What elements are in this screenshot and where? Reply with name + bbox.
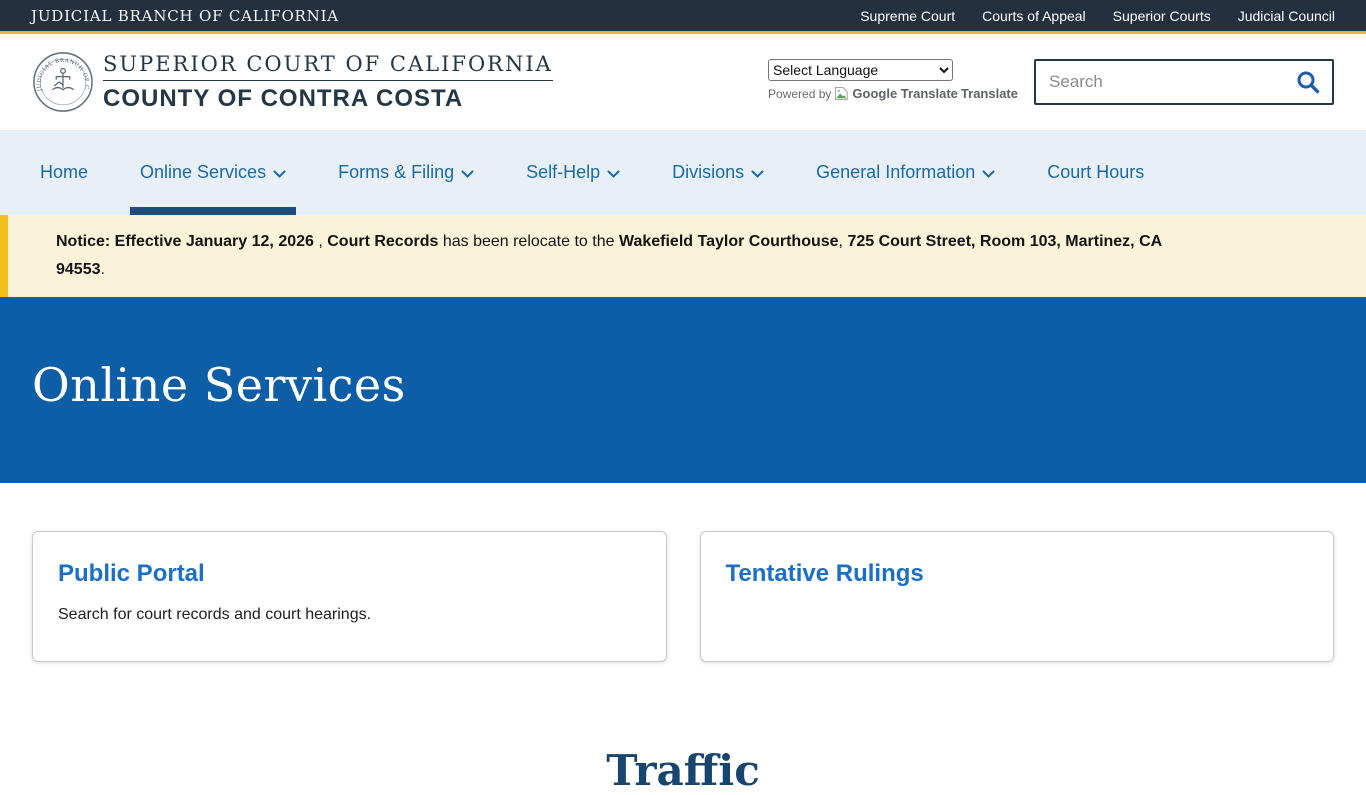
- notice-segment: ,: [314, 233, 327, 250]
- section-heading-traffic: Traffic: [0, 746, 1366, 795]
- search-icon: [1295, 69, 1321, 95]
- chevron-down-icon: [273, 170, 286, 179]
- notice-segment: .: [101, 261, 105, 278]
- card-title[interactable]: Public Portal: [58, 562, 641, 586]
- broken-image-icon: [834, 86, 849, 101]
- nav-item-label: Online Services: [140, 162, 266, 183]
- nav-item-label: Court Hours: [1047, 162, 1144, 183]
- judicial-branch-brand: JUDICIAL BRANCH OF CALIFORNIA: [31, 7, 339, 25]
- utility-links: Supreme Court Courts of Appeal Superior Co…: [833, 8, 1335, 24]
- card-tentative-rulings[interactable]: Tentative Rulings: [700, 531, 1335, 662]
- nav-item-label: Self-Help: [526, 162, 600, 183]
- nav-item-home[interactable]: Home: [30, 130, 98, 215]
- nav-item-general-information[interactable]: General Information: [806, 130, 1005, 215]
- site-title-line1: SUPERIOR COURT OF CALIFORNIA: [103, 52, 553, 81]
- search-box: [1034, 59, 1334, 105]
- search-input[interactable]: [1047, 71, 1295, 93]
- card-public-portal[interactable]: Public Portal Search for court records an…: [32, 531, 667, 662]
- chevron-down-icon: [461, 170, 474, 179]
- nav-item-label: Forms & Filing: [338, 162, 454, 183]
- nav-item-forms-filing[interactable]: Forms & Filing: [328, 130, 484, 215]
- powered-by-label: Powered by: [768, 87, 831, 101]
- translate-attribution: Powered by Google Translate Translate: [768, 86, 1018, 101]
- notice-banner: Notice: Effective January 12, 2026 , Cou…: [0, 215, 1366, 297]
- cards-row: Public Portal Search for court records an…: [0, 483, 1366, 662]
- google-translate-alt-text: Google Translate: [852, 86, 957, 101]
- site-title: SUPERIOR COURT OF CALIFORNIA COUNTY OF C…: [103, 52, 553, 113]
- main-nav: Home Online Services Forms & Filing Self-He…: [0, 130, 1366, 215]
- card-description: Search for court records and court heari…: [58, 606, 641, 624]
- utility-link-supreme-court[interactable]: Supreme Court: [860, 8, 955, 24]
- nav-item-label: Divisions: [672, 162, 744, 183]
- search-button[interactable]: [1295, 69, 1321, 95]
- page-title: Online Services: [32, 358, 406, 412]
- utility-link-judicial-council[interactable]: Judicial Council: [1238, 8, 1335, 24]
- language-select[interactable]: Select Language: [768, 59, 953, 81]
- card-title[interactable]: Tentative Rulings: [726, 562, 1309, 586]
- nav-item-label: General Information: [816, 162, 975, 183]
- site-header: JUDICIAL BRANCH OF CALIFORNIA SUPERIOR C…: [0, 34, 1366, 130]
- nav-item-divisions[interactable]: Divisions: [662, 130, 774, 215]
- chevron-down-icon: [982, 170, 995, 179]
- utility-link-superior-courts[interactable]: Superior Courts: [1113, 8, 1211, 24]
- utility-link-courts-of-appeal[interactable]: Courts of Appeal: [982, 8, 1086, 24]
- translate-link[interactable]: Translate: [961, 86, 1018, 101]
- notice-segment: Wakefield Taylor Courthouse: [619, 233, 839, 250]
- notice-segment: Court Records: [327, 233, 438, 250]
- header-right: Select Language Powered by Google Transl…: [768, 59, 1334, 105]
- notice-segment: Notice: Effective January 12, 2026: [56, 233, 314, 250]
- hero-banner: Online Services: [0, 297, 1366, 483]
- court-seal-icon: JUDICIAL BRANCH OF CALIFORNIA: [32, 51, 94, 113]
- notice-text: Notice: Effective January 12, 2026 , Cou…: [56, 228, 1206, 284]
- nav-item-label: Home: [40, 162, 88, 183]
- notice-segment: has been relocate to the: [438, 233, 619, 250]
- nav-item-self-help[interactable]: Self-Help: [516, 130, 630, 215]
- utility-bar: JUDICIAL BRANCH OF CALIFORNIA Supreme Co…: [0, 0, 1366, 34]
- chevron-down-icon: [607, 170, 620, 179]
- nav-item-court-hours[interactable]: Court Hours: [1037, 130, 1154, 215]
- translate-widget: Select Language Powered by Google Transl…: [768, 59, 1018, 101]
- nav-item-online-services[interactable]: Online Services: [130, 130, 296, 215]
- chevron-down-icon: [751, 170, 764, 179]
- site-title-line2: COUNTY OF CONTRA COSTA: [103, 81, 553, 113]
